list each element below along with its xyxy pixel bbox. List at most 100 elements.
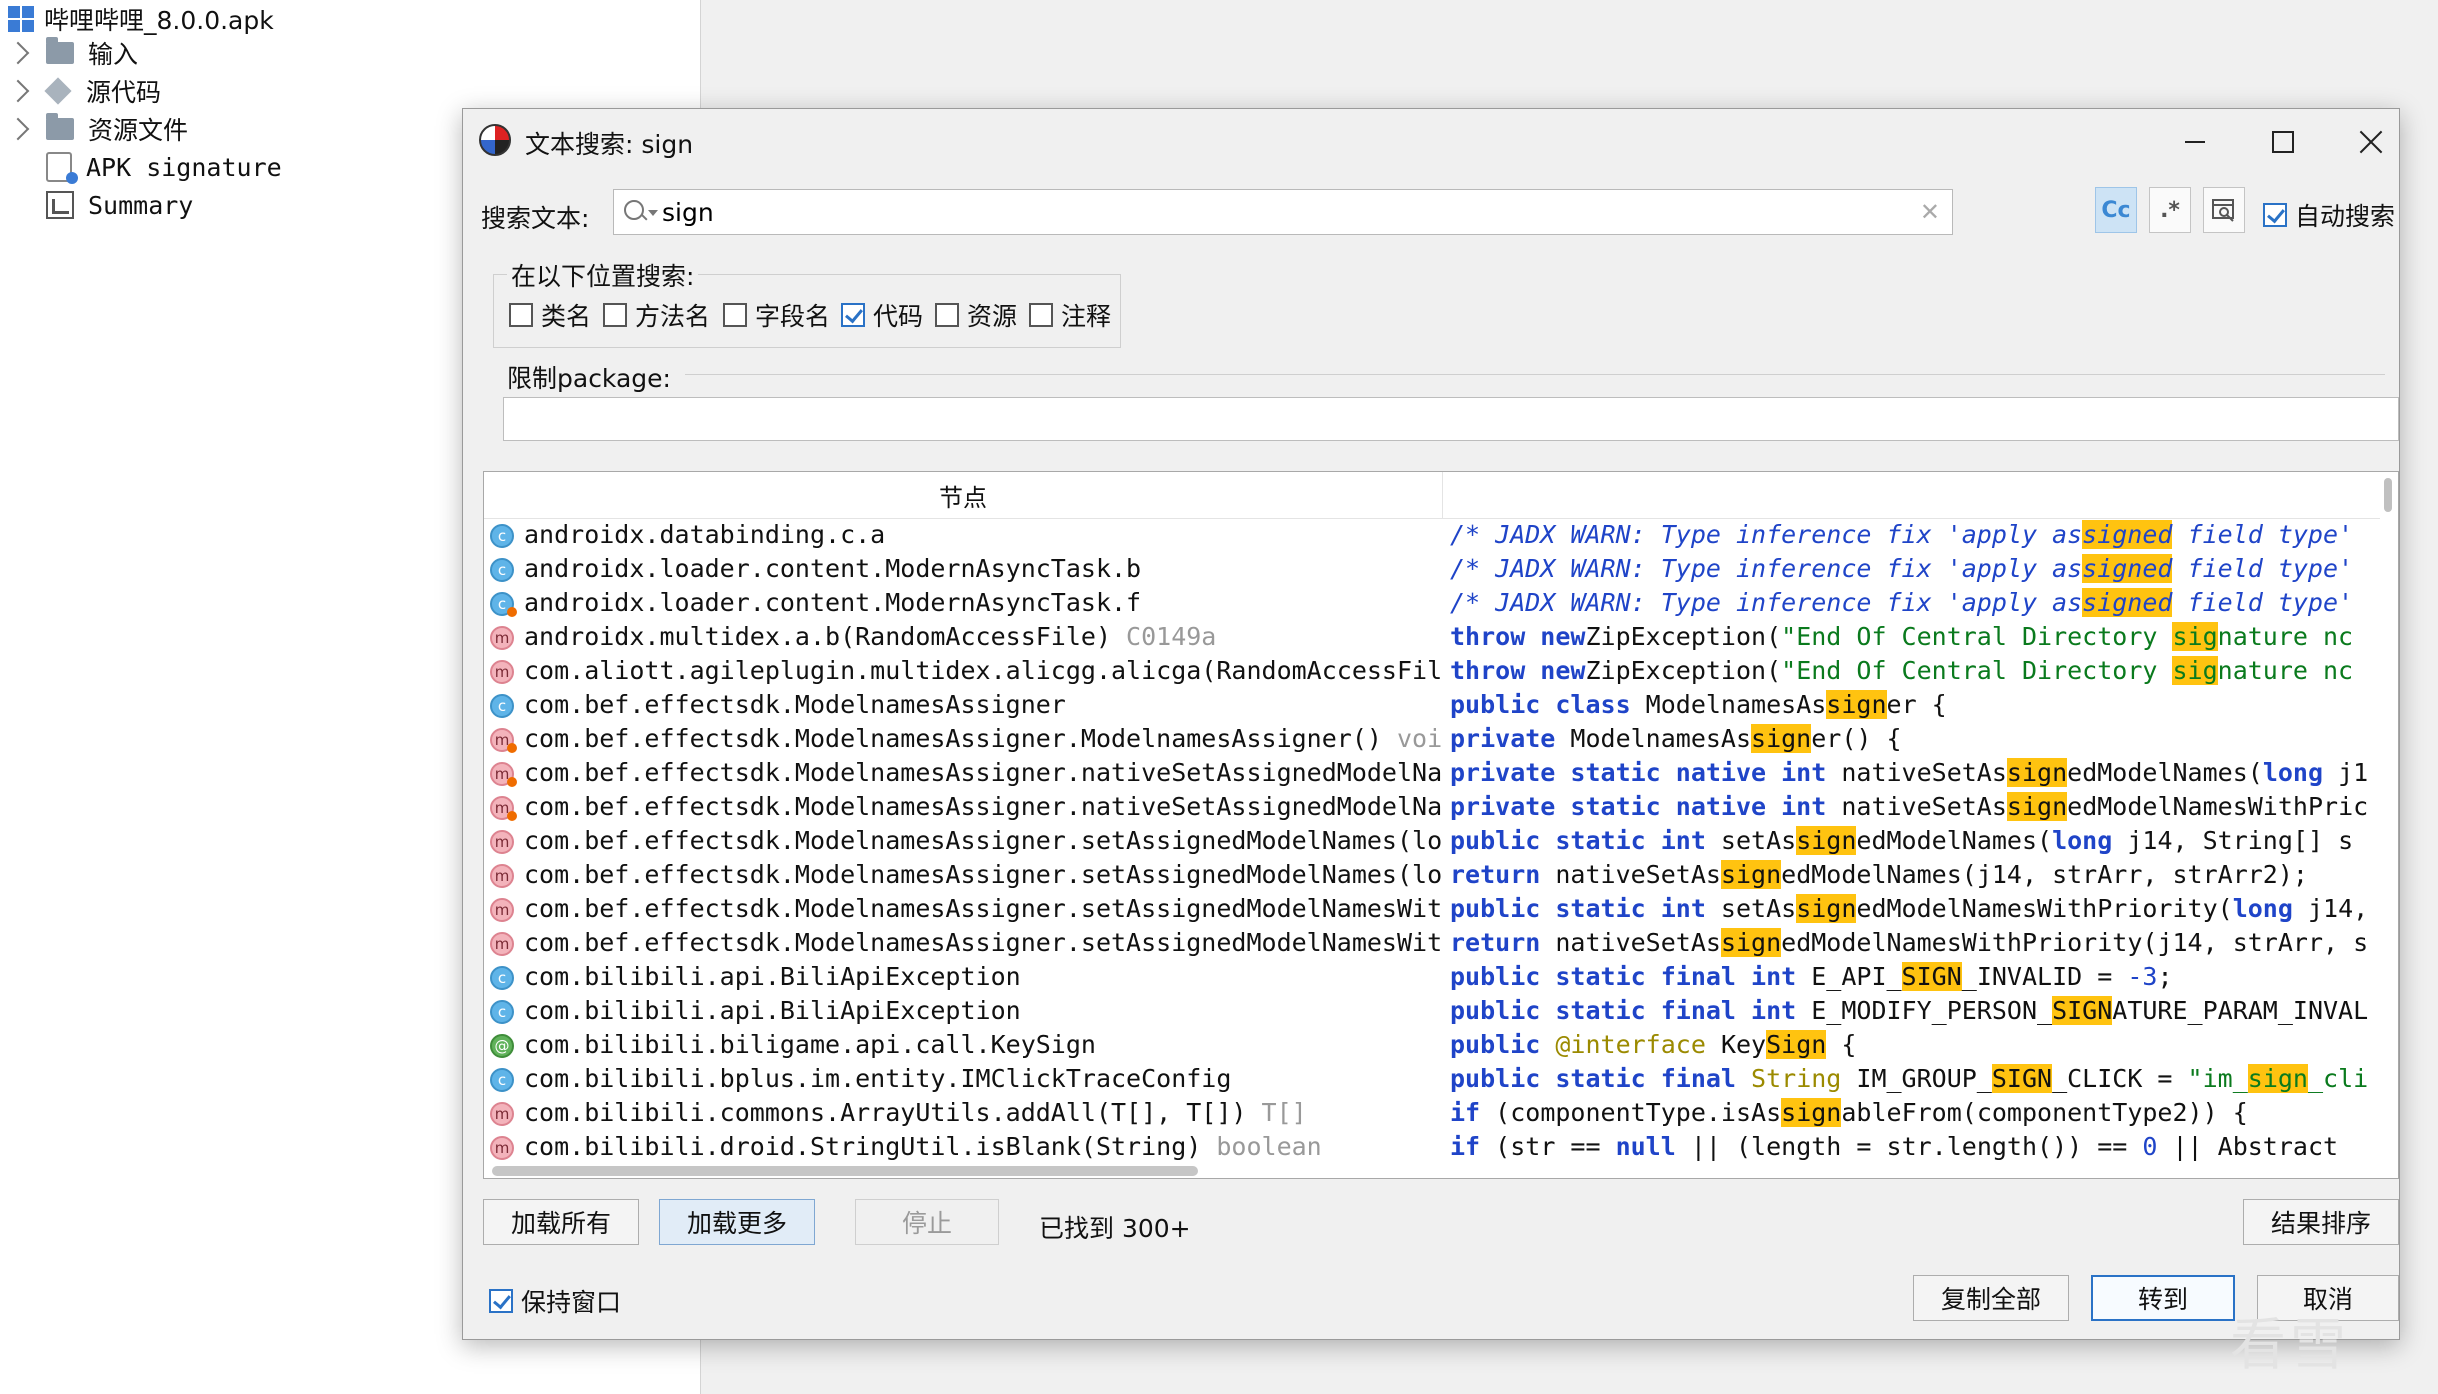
package-filter-label: 限制package: <box>507 359 679 395</box>
result-row[interactable]: m com.bilibili.droid.StringUtil.isBlank(S… <box>484 1130 2380 1164</box>
dialog-title-bar[interactable]: 文本搜索: sign <box>463 109 2399 177</box>
node-cell: c androidx.loader.content.ModernAsyncTask… <box>484 552 1442 586</box>
node-name: com.bilibili.commons.ArrayUtils.addAll(T… <box>524 1098 1247 1127</box>
minimize-button[interactable] <box>2163 117 2227 167</box>
result-row[interactable]: m com.bef.effectsdk.ModelnamesAssigner.se… <box>484 858 2380 892</box>
chevron-right-icon[interactable] <box>6 117 30 141</box>
column-header-node[interactable]: 节点 <box>484 472 1443 518</box>
maximize-button[interactable] <box>2251 117 2315 167</box>
checkbox-icon[interactable] <box>723 303 747 327</box>
code-token: E_MODIFY_PERSON_ <box>1796 996 2053 1025</box>
close-button[interactable] <box>2339 117 2403 167</box>
checkbox-checked-icon[interactable] <box>489 1289 513 1313</box>
tree-root[interactable]: 哔哩哔哩_8.0.0.apk <box>8 0 274 38</box>
code-token: (componentType.isAs <box>1480 1098 1782 1127</box>
node-cell: m com.bef.effectsdk.ModelnamesAssigner.se… <box>484 858 1442 892</box>
sort-results-button[interactable]: 结果排序 <box>2243 1199 2399 1245</box>
result-row[interactable]: m com.bef.effectsdk.ModelnamesAssigner.se… <box>484 892 2380 926</box>
node-cell: c com.bilibili.api.BiliApiException <box>484 994 1442 1028</box>
result-row[interactable]: m com.aliott.agileplugin.multidex.alicgg.… <box>484 654 2380 688</box>
maximize-icon <box>2272 131 2294 153</box>
load-more-button[interactable]: 加载更多 <box>659 1199 815 1245</box>
checkbox-checked-icon[interactable] <box>841 303 865 327</box>
folder-icon <box>46 113 74 140</box>
result-row[interactable]: m com.bef.effectsdk.ModelnamesAssigner.se… <box>484 926 2380 960</box>
code-token: field type' <box>2172 554 2354 583</box>
node-cell: m com.bef.effectsdk.ModelnamesAssigner.se… <box>484 926 1442 960</box>
tree-item-source[interactable]: 源代码 <box>6 72 161 110</box>
tree-item-label: 输入 <box>88 40 139 69</box>
scope-class-checkbox[interactable]: 类名 <box>509 297 591 333</box>
method-icon: m <box>490 932 514 956</box>
checkbox-icon[interactable] <box>1029 303 1053 327</box>
result-row[interactable]: m com.bef.effectsdk.ModelnamesAssigner.se… <box>484 824 2380 858</box>
auto-search-checkbox[interactable]: 自动搜索 <box>2263 197 2395 233</box>
keep-window-checkbox[interactable]: 保持窗口 <box>489 1283 621 1319</box>
result-row[interactable]: c com.bilibili.api.BiliApiException public… <box>484 960 2380 994</box>
result-row[interactable]: c androidx.databinding.c.a /* JADX WARN: T… <box>484 518 2380 552</box>
results-table[interactable]: 节点 c androidx.databinding.c.a /* JADX WARN… <box>483 471 2399 1179</box>
chevron-right-icon[interactable] <box>6 41 30 65</box>
result-row[interactable]: m com.bilibili.commons.ArrayUtils.addAll(… <box>484 1096 2380 1130</box>
tree-item-apk-signature[interactable]: APK signature <box>46 148 282 186</box>
close-icon <box>2359 130 2383 154</box>
case-sensitive-button[interactable]: Cc <box>2095 187 2137 233</box>
search-icon[interactable] <box>624 200 644 220</box>
tree-item-resources[interactable]: 资源文件 <box>6 110 188 148</box>
vertical-scrollbar[interactable] <box>2382 472 2392 1178</box>
result-row[interactable]: m com.bef.effectsdk.ModelnamesAssigner.Mo… <box>484 722 2380 756</box>
package-icon <box>44 77 72 105</box>
node-name: androidx.multidex.a.b(RandomAccessFile) <box>524 622 1111 651</box>
regex-button[interactable]: .* <box>2149 187 2191 233</box>
result-row[interactable]: m com.bef.effectsdk.ModelnamesAssigner.na… <box>484 790 2380 824</box>
tree-item-input[interactable]: 输入 <box>6 34 139 72</box>
search-window-icon <box>2212 199 2234 222</box>
method-icon: m <box>490 626 514 650</box>
code-token: public static final int <box>1450 996 1797 1025</box>
code-snippet: public static int setAssignedModelNamesW… <box>1450 894 2380 928</box>
code-token: throw new <box>1450 656 1586 685</box>
tree-item-summary[interactable]: Summary <box>46 186 193 224</box>
preview-button[interactable] <box>2203 187 2245 233</box>
copy-all-button[interactable]: 复制全部 <box>1913 1275 2069 1321</box>
scope-method-checkbox[interactable]: 方法名 <box>603 297 710 333</box>
load-all-button[interactable]: 加载所有 <box>483 1199 639 1245</box>
scope-label: 类名 <box>541 302 592 331</box>
code-token: public <box>1450 1030 1541 1059</box>
scope-field-checkbox[interactable]: 字段名 <box>723 297 830 333</box>
search-box[interactable]: ✕ <box>613 189 1953 235</box>
code-token: field type' <box>2172 520 2354 549</box>
node-cell: m com.aliott.agileplugin.multidex.alicgg.… <box>484 654 1442 688</box>
stop-button[interactable]: 停止 <box>855 1199 999 1245</box>
goto-button[interactable]: 转到 <box>2091 1275 2235 1321</box>
checkbox-icon[interactable] <box>509 303 533 327</box>
package-filter-input[interactable] <box>503 397 2399 441</box>
checkbox-icon[interactable] <box>603 303 627 327</box>
clear-icon[interactable]: ✕ <box>1920 198 1940 226</box>
result-row[interactable]: @ com.bilibili.biligame.api.call.KeySign p… <box>484 1028 2380 1062</box>
scrollbar-thumb[interactable] <box>2384 478 2392 512</box>
scope-comment-checkbox[interactable]: 注释 <box>1029 297 1111 333</box>
result-row[interactable]: c com.bilibili.api.BiliApiException public… <box>484 994 2380 1028</box>
search-input[interactable] <box>658 194 1906 230</box>
result-row[interactable]: c com.bef.effectsdk.ModelnamesAssigner pub… <box>484 688 2380 722</box>
checkbox-checked-icon[interactable] <box>2263 203 2287 227</box>
scope-code-checkbox[interactable]: 代码 <box>841 297 923 333</box>
code-token: _cli <box>2307 1064 2369 1093</box>
result-row[interactable]: m androidx.multidex.a.b(RandomAccessFile)… <box>484 620 2380 654</box>
result-row[interactable]: m com.bef.effectsdk.ModelnamesAssigner.na… <box>484 756 2380 790</box>
dropdown-caret-icon[interactable] <box>648 210 658 216</box>
result-row[interactable]: c androidx.loader.content.ModernAsyncTask… <box>484 586 2380 620</box>
class-icon: c <box>490 694 514 718</box>
code-token: (str == <box>1480 1132 1616 1161</box>
chevron-right-icon[interactable] <box>6 79 30 103</box>
checkbox-icon[interactable] <box>935 303 959 327</box>
node-cell: c com.bilibili.api.BiliApiException <box>484 960 1442 994</box>
match-highlight: SIGN <box>1901 962 1962 991</box>
result-row[interactable]: c androidx.loader.content.ModernAsyncTask… <box>484 552 2380 586</box>
method-icon: m <box>490 762 517 787</box>
horizontal-scrollbar[interactable] <box>492 1166 1198 1176</box>
scope-resource-checkbox[interactable]: 资源 <box>935 297 1017 333</box>
result-row[interactable]: c com.bilibili.bplus.im.entity.IMClickTra… <box>484 1062 2380 1096</box>
code-token: edModelNames( <box>2067 758 2263 787</box>
